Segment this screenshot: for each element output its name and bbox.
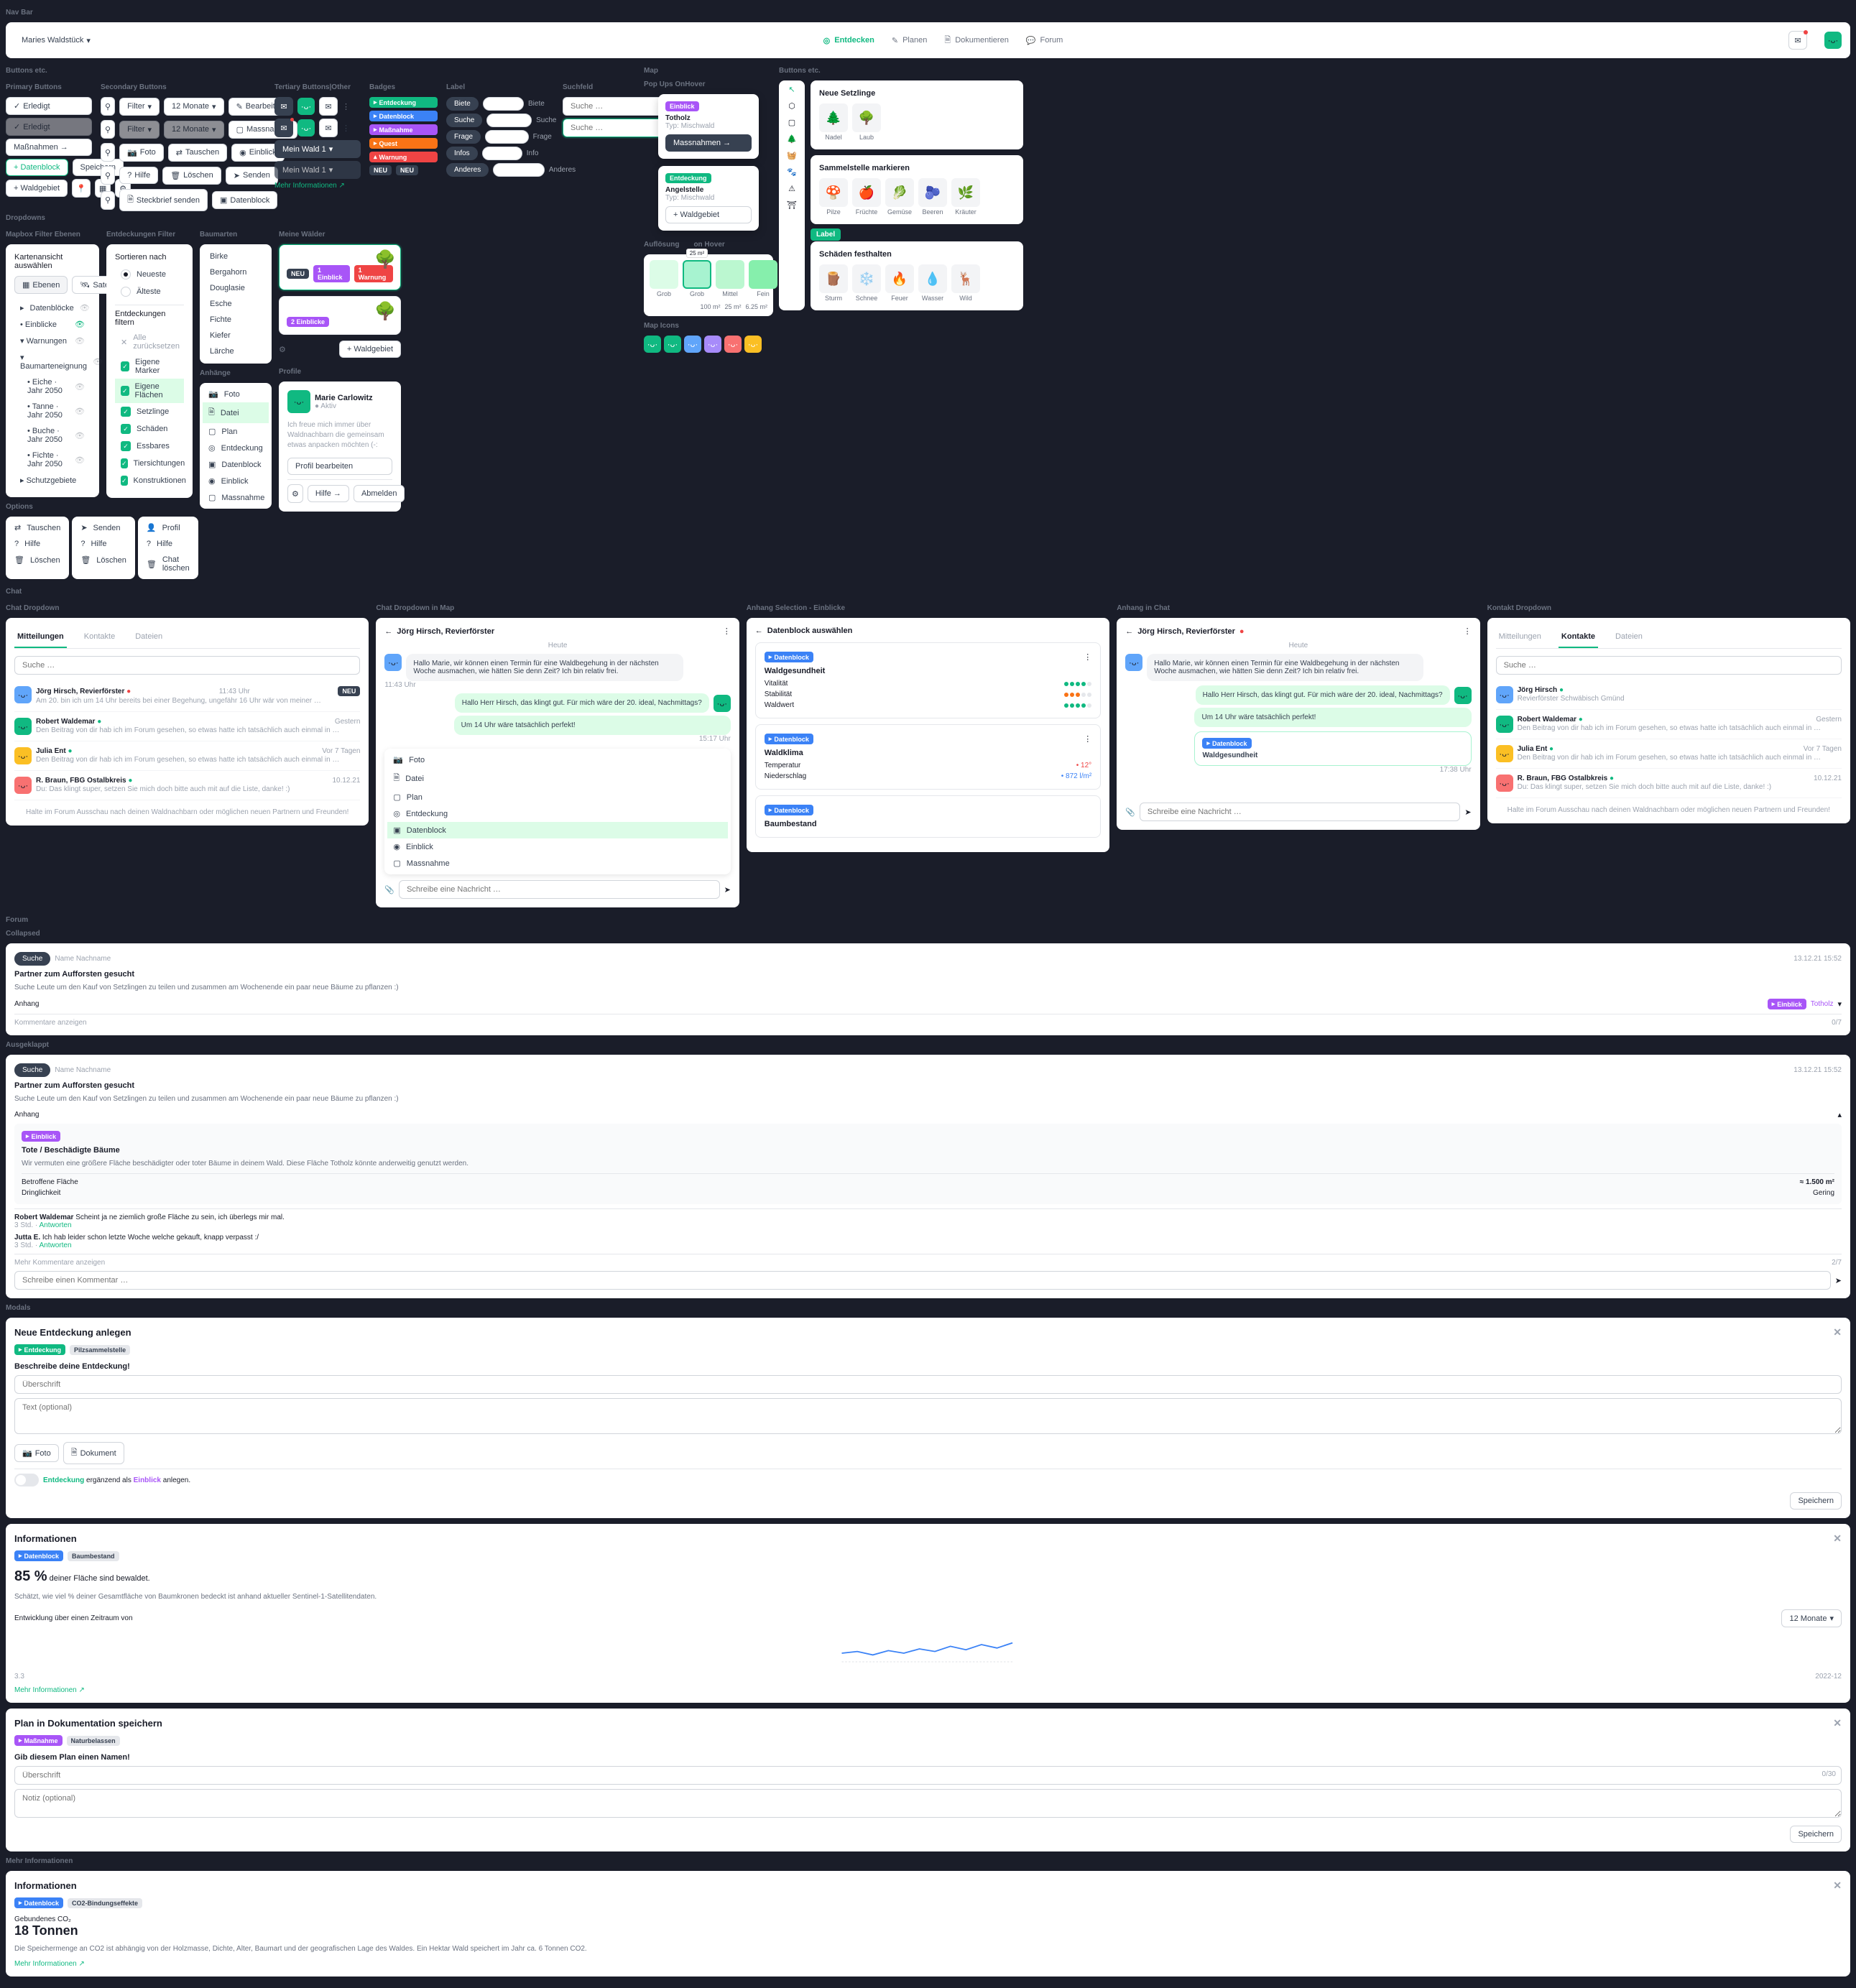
avatar-green[interactable]: ·ᴗ· xyxy=(297,98,315,115)
text-input[interactable] xyxy=(14,1398,1842,1434)
hilfe-link[interactable]: Hilfe → xyxy=(308,485,349,502)
layer-datenbloecke[interactable]: ▸ Datenblöcke👁 xyxy=(14,300,91,316)
badge-warnung: ▴ Warnung xyxy=(369,152,438,162)
profile-avatar: ·ᴗ· xyxy=(287,390,310,413)
hilfe-button[interactable]: ? Hilfe xyxy=(119,167,158,184)
user-avatar[interactable]: ·ᴗ· xyxy=(1824,32,1842,49)
chevron-up-icon[interactable]: ▴ xyxy=(1837,1110,1842,1119)
badge-datenblock: ▸ Datenblock xyxy=(369,111,438,121)
tab-mitteilungen[interactable]: Mitteilungen xyxy=(14,627,67,648)
tree-tool-icon[interactable]: 🌲 xyxy=(787,134,797,144)
kontakt-item[interactable]: ·ᴗ·R. Braun, FBG Ostalbkreis ●10.12.21Du… xyxy=(1496,769,1842,798)
waldgebiet-add[interactable]: + Waldgebiet xyxy=(6,180,68,197)
steckbrief-button[interactable]: 🗎 Steckbrief senden xyxy=(119,189,208,211)
massnahmen-action[interactable]: Massnahmen → xyxy=(665,134,752,152)
popup-einblick: Einblick Totholz Typ: Mischwald Massnahm… xyxy=(658,94,759,159)
tree-icon: 🌳 xyxy=(374,249,396,270)
section-navbar: Nav Bar xyxy=(6,9,1850,17)
pin-icon-button[interactable]: 📍 xyxy=(72,179,91,198)
add-waldgebiet[interactable]: + Waldgebiet xyxy=(339,341,401,358)
chevron-down-icon: ▾ xyxy=(86,36,91,45)
forest-dropdown[interactable]: Maries Waldstück ▾ xyxy=(14,32,98,49)
popup-entdeckung: Entdeckung Angelstelle Typ: Mischwald + … xyxy=(658,166,759,231)
mail-icon-button[interactable]: ✉ xyxy=(1788,31,1807,50)
datenblock-add[interactable]: + Datenblock xyxy=(6,159,68,176)
kontakt-item[interactable]: ·ᴗ·Robert Waldemar ●GesternDen Beitrag v… xyxy=(1496,710,1842,739)
warning-icon[interactable]: ⚠ xyxy=(788,184,795,193)
back-icon[interactable]: ← xyxy=(384,627,392,636)
monate-dropdown[interactable]: 12 Monate ▾ xyxy=(1781,1609,1842,1627)
badge-entdeckung: ▸ Entdeckung xyxy=(369,97,438,108)
ebenen-toggle[interactable]: ▦ Ebenen xyxy=(14,276,68,294)
erledigt-disabled: ✓ Erledigt xyxy=(6,118,92,136)
nav-forum[interactable]: 💬Forum xyxy=(1026,36,1063,45)
mail-dark[interactable]: ✉ xyxy=(274,97,293,116)
senden-button[interactable]: ➤ Senden xyxy=(226,167,278,185)
res-grob[interactable] xyxy=(650,260,678,289)
kontakt-item[interactable]: ·ᴗ·Jörg Hirsch ●Revierförster Schwäbisch… xyxy=(1496,680,1842,710)
forest-maries[interactable]: 🌳 Maries Waldstück NEU1 Einblick1 Warnun… xyxy=(279,244,401,290)
erledigt-button[interactable]: ✓ Erledigt xyxy=(6,97,92,115)
opt-tauschen[interactable]: ⇄ Tauschen xyxy=(9,519,66,536)
nav-dokumentieren[interactable]: 🗎Dokumentieren xyxy=(944,34,1008,47)
doc-icon: 🗎 xyxy=(944,34,951,47)
abmelden-button[interactable]: Abmelden xyxy=(354,485,405,502)
profil-bearbeiten[interactable]: Profil bearbeiten xyxy=(287,458,392,475)
tauschen-button[interactable]: ⇄ Tauschen xyxy=(168,144,227,162)
badge-neu: NEU xyxy=(369,165,392,175)
close-icon[interactable]: ✕ xyxy=(1833,1326,1842,1339)
hexagon-icon[interactable]: ⬡ xyxy=(788,101,795,111)
eye-icon[interactable]: 👁 xyxy=(80,303,90,313)
pill-biete: Biete xyxy=(446,97,479,111)
filter-icon[interactable]: ⚙ xyxy=(279,345,286,354)
mehr-info-link[interactable]: Mehr Informationen ↗ xyxy=(274,182,361,190)
ueberschrift-input[interactable] xyxy=(14,1375,1842,1394)
mein-wald-drop[interactable]: Mein Wald 1 ▾ xyxy=(274,140,361,158)
square-icon[interactable]: ▢ xyxy=(788,118,795,127)
save-button[interactable]: Speichern xyxy=(1790,1492,1842,1510)
forest-omas[interactable]: 🌳 Omas Garten 2 Einblicke xyxy=(279,296,401,335)
compass-icon: ◎ xyxy=(823,36,831,45)
toggle-einblick[interactable] xyxy=(14,1474,39,1487)
pencil-icon: ✎ xyxy=(892,36,898,45)
section-buttons: Buttons etc. xyxy=(6,67,638,75)
more-icon[interactable]: ⋮ xyxy=(723,627,731,636)
12monate-button[interactable]: 12 Monate ▾ xyxy=(164,98,224,116)
cursor-icon[interactable]: ↖ xyxy=(788,85,795,94)
datenblock-button[interactable]: ▣ Datenblock xyxy=(212,191,277,209)
foto-button[interactable]: 📷 Foto xyxy=(119,144,164,162)
dots-icon[interactable]: ⋮ xyxy=(342,102,350,111)
chat-icon: 💬 xyxy=(1026,36,1036,45)
nadel-tile[interactable]: 🌲 xyxy=(819,103,848,132)
badge-quest: ▸ Quest xyxy=(369,138,438,149)
badge-massnahme: ▸ Maßnahme xyxy=(369,124,438,135)
map-avatar-1[interactable]: ·ᴗ· xyxy=(644,336,661,353)
dokument-attach[interactable]: 🗎 Dokument xyxy=(63,1442,124,1464)
comment-input[interactable] xyxy=(14,1271,1831,1290)
line-chart xyxy=(14,1627,1842,1670)
send-icon[interactable]: ➤ xyxy=(724,885,731,894)
chat-item[interactable]: ·ᴗ·Robert Waldemar ●GesternDen Beitrag v… xyxy=(14,712,360,741)
chat-item[interactable]: ·ᴗ·Jörg Hirsch, Revierförster ●11:43 Uhr… xyxy=(14,680,360,712)
loeschen-button[interactable]: 🗑 Löschen xyxy=(162,167,221,185)
nav-planen[interactable]: ✎Planen xyxy=(892,36,927,45)
chat-item[interactable]: ·ᴗ·R. Braun, FBG Ostalbkreis ●10.12.21Du… xyxy=(14,771,360,800)
reset-filters[interactable]: ✕ Alle zurücksetzen xyxy=(115,330,184,354)
chat-item[interactable]: ·ᴗ·Julia Ent ●Vor 7 TagenDen Beitrag von… xyxy=(14,741,360,771)
paw-icon[interactable]: 🐾 xyxy=(787,167,797,177)
sort-neueste[interactable]: Neueste xyxy=(115,266,184,283)
label-tag: Label xyxy=(811,228,841,241)
bridge-icon[interactable]: ⛩ xyxy=(787,200,797,210)
attach-icon[interactable]: 📎 xyxy=(384,885,394,894)
kontakt-item[interactable]: ·ᴗ·Julia Ent ●Vor 7 TagenDen Beitrag von… xyxy=(1496,739,1842,769)
basket-icon[interactable]: 🧺 xyxy=(787,151,797,160)
nav-entdecken[interactable]: ◎Entdecken xyxy=(823,36,874,45)
foto-attach[interactable]: 📷 Foto xyxy=(14,1444,59,1462)
filter-button[interactable]: Filter ▾ xyxy=(119,98,160,116)
chevron-down-icon[interactable]: ▾ xyxy=(1837,999,1842,1009)
filter-icon[interactable]: ⚲ xyxy=(101,97,115,116)
massnahmen-button[interactable]: Maßnahmen → xyxy=(6,139,92,156)
send-icon[interactable]: ➤ xyxy=(1835,1276,1842,1285)
